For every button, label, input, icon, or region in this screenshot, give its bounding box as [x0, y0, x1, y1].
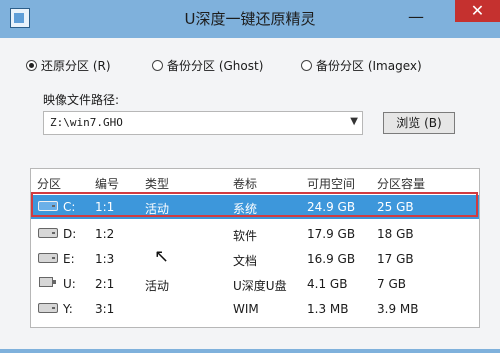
usb-drive-icon — [39, 277, 56, 287]
header-type: 类型 — [145, 177, 170, 191]
table-row[interactable]: Y: 3:1 WIM 1.3 MB 3.9 MB — [31, 297, 479, 321]
partition-cell: D: — [63, 227, 77, 241]
header-free-space: 可用空间 — [307, 177, 356, 191]
number-cell: 1:2 — [95, 227, 115, 241]
restore-partition-radio[interactable]: 还原分区 (R) — [26, 56, 111, 74]
capacity-cell: 3.9 MB — [377, 302, 419, 316]
backup-imagex-radio[interactable]: 备份分区 (Imagex) — [301, 56, 422, 74]
header-label: 卷标 — [233, 177, 258, 191]
title-bar[interactable]: U深度一键还原精灵 — ✕ — [0, 0, 500, 38]
drive-icon — [38, 303, 58, 313]
browse-button[interactable]: 浏览 (B) — [383, 112, 455, 134]
selection-outline — [31, 192, 478, 217]
partition-cell: U: — [63, 277, 76, 291]
number-cell: 3:1 — [95, 302, 115, 316]
table-row[interactable]: U: 2:1 活动 U深度U盘 4.1 GB 7 GB — [31, 272, 479, 296]
window-bottom-edge — [0, 349, 500, 353]
free-space-cell: 4.1 GB — [307, 277, 348, 291]
header-partition: 分区 — [37, 177, 62, 191]
label-cell: WIM — [233, 302, 259, 316]
backup-imagex-label: 备份分区 (Imagex) — [316, 58, 422, 73]
header-number: 编号 — [95, 177, 120, 191]
radio-unchecked-icon — [152, 59, 163, 71]
partition-cell: Y: — [63, 302, 73, 316]
partition-cell: E: — [63, 252, 75, 266]
free-space-cell: 16.9 GB — [307, 252, 356, 266]
label-cell: 文档 — [233, 254, 258, 268]
radio-unchecked-icon — [301, 59, 312, 71]
label-cell: U深度U盘 — [233, 279, 287, 293]
minimize-button[interactable]: — — [402, 6, 430, 28]
app-window: U深度一键还原精灵 — ✕ 还原分区 (R) 备份分区 (Ghost) 备份分区… — [0, 0, 500, 353]
close-button[interactable]: ✕ — [455, 0, 500, 22]
mouse-cursor-icon: ↖ — [154, 246, 170, 267]
type-cell: 活动 — [145, 279, 170, 293]
chevron-down-icon[interactable]: ▼ — [350, 116, 358, 127]
partition-table: 分区 编号 类型 卷标 可用空间 分区容量 C: 1:1 活动 系统 24.9 … — [30, 168, 480, 328]
drive-icon — [38, 253, 58, 263]
image-path-dropdown[interactable]: Z:\win7.GHO ▼ — [43, 111, 363, 135]
drive-icon — [38, 228, 58, 238]
label-cell: 软件 — [233, 229, 258, 243]
capacity-cell: 18 GB — [377, 227, 414, 241]
free-space-cell: 1.3 MB — [307, 302, 349, 316]
table-row[interactable]: D: 1:2 软件 17.9 GB 18 GB — [31, 222, 479, 246]
free-space-cell: 17.9 GB — [307, 227, 356, 241]
backup-ghost-label: 备份分区 (Ghost) — [167, 58, 264, 73]
number-cell: 2:1 — [95, 277, 115, 291]
restore-partition-label: 还原分区 (R) — [41, 58, 111, 73]
capacity-cell: 17 GB — [377, 252, 414, 266]
image-path-label: 映像文件路径: — [43, 93, 120, 107]
radio-checked-icon — [26, 59, 37, 71]
capacity-cell: 7 GB — [377, 277, 406, 291]
backup-ghost-radio[interactable]: 备份分区 (Ghost) — [152, 56, 263, 74]
image-path-value: Z:\win7.GHO — [50, 116, 123, 129]
table-row[interactable]: E: 1:3 文档 16.9 GB 17 GB — [31, 247, 479, 271]
number-cell: 1:3 — [95, 252, 115, 266]
header-capacity: 分区容量 — [377, 177, 426, 191]
mode-options: 还原分区 (R) 备份分区 (Ghost) 备份分区 (Imagex) — [26, 56, 486, 76]
